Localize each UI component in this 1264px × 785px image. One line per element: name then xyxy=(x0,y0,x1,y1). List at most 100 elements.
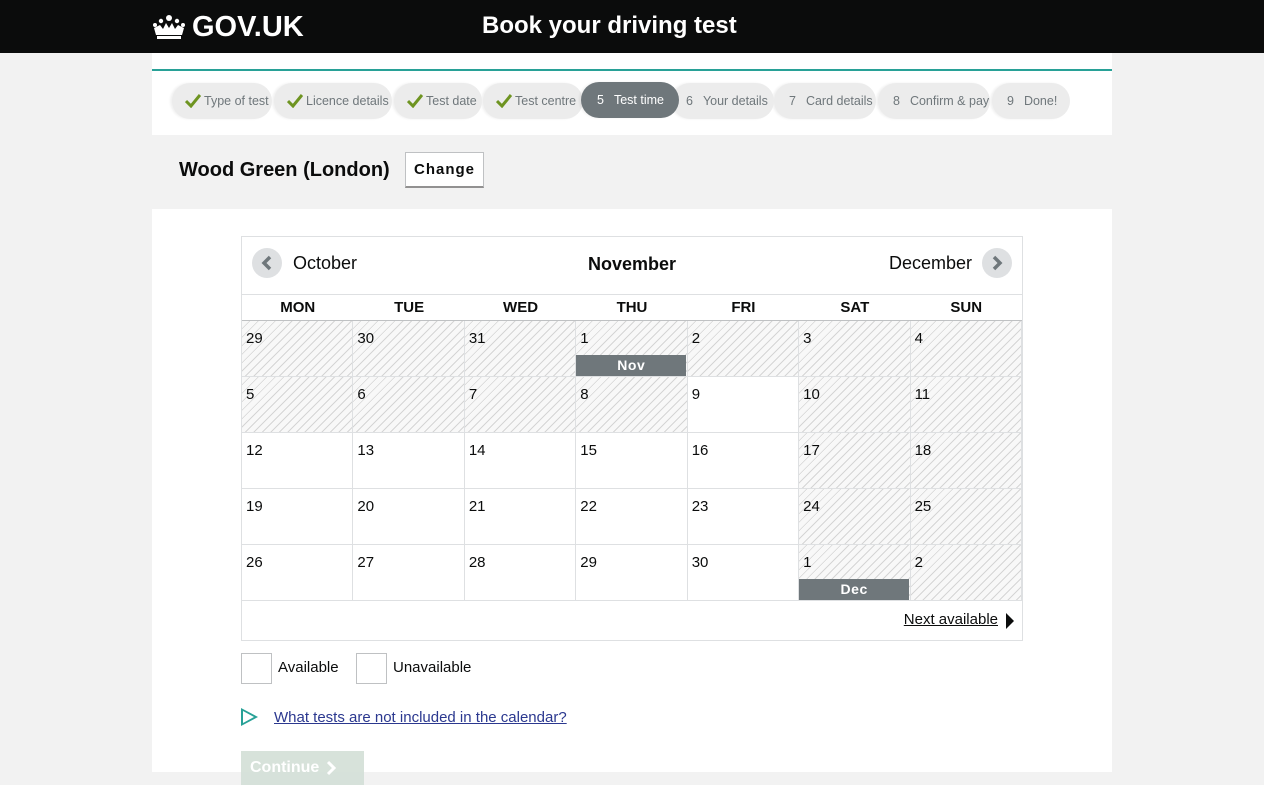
day-number: 1 xyxy=(803,554,812,571)
day-number: 3 xyxy=(803,330,812,347)
step-card-details[interactable]: 7 Card details xyxy=(774,83,876,119)
unavailable-swatch xyxy=(356,653,387,684)
day-number: 8 xyxy=(580,386,589,403)
disclosure-arrow-icon xyxy=(241,708,258,726)
day-number: 29 xyxy=(580,554,597,571)
unavailable-label: Unavailable xyxy=(393,659,472,676)
day-number: 31 xyxy=(468,330,486,347)
step-your-details[interactable]: 6 Your details xyxy=(672,83,774,119)
calendar-day-available[interactable]: 30 xyxy=(687,545,800,601)
step-test-centre[interactable]: Test centre xyxy=(483,83,583,119)
calendar-day-unavailable: 29 xyxy=(242,321,354,377)
calendar-day-available[interactable]: 20 xyxy=(353,489,465,545)
calendar-day-available[interactable]: 19 xyxy=(242,489,354,545)
calendar-day-available[interactable]: 27 xyxy=(353,545,465,601)
available-swatch xyxy=(241,653,272,684)
calendar-day-available[interactable]: 12 xyxy=(242,433,354,489)
dow-fri: FRI xyxy=(731,299,756,316)
step-label: Card details xyxy=(805,94,873,108)
step-label: Done! xyxy=(1023,94,1058,108)
dow-tue: TUE xyxy=(394,299,425,316)
calendar-day-available[interactable]: 23 xyxy=(687,489,800,545)
dow-sat: SAT xyxy=(840,299,870,316)
day-number: 19 xyxy=(246,498,263,515)
check-icon xyxy=(407,94,423,108)
calendar-day-unavailable: 24 xyxy=(799,489,911,545)
next-available-arrow-icon[interactable] xyxy=(1006,613,1014,629)
crown-icon xyxy=(153,15,185,39)
next-available-link[interactable]: Next available xyxy=(904,611,998,628)
day-number: 17 xyxy=(803,442,820,459)
day-number: 13 xyxy=(357,442,375,459)
day-number: 23 xyxy=(691,498,709,515)
tests-not-included-link[interactable]: What tests are not included in the calen… xyxy=(274,709,567,726)
dow-thu: THU xyxy=(616,299,648,316)
day-number: 28 xyxy=(468,554,486,571)
step-confirm-pay[interactable]: 8 Confirm & pay xyxy=(878,83,990,119)
step-label: Licence details xyxy=(306,94,389,108)
step-type-of-test[interactable]: Type of test xyxy=(172,83,272,119)
month-tag: Nov xyxy=(576,355,687,376)
day-number: 18 xyxy=(914,442,932,459)
day-number: 6 xyxy=(357,386,366,403)
main-container: Type of test Licence details Test date T… xyxy=(152,53,1112,785)
step-test-date[interactable]: Test date xyxy=(394,83,482,119)
calendar-day-unavailable: 3 xyxy=(799,321,911,377)
calendar-day-unavailable: 5 xyxy=(242,377,354,433)
calendar-day-unavailable: 1 Nov xyxy=(576,321,688,377)
day-number: 30 xyxy=(357,330,375,347)
day-number: 5 xyxy=(246,386,255,403)
day-number: 14 xyxy=(468,442,486,459)
day-number: 7 xyxy=(468,386,478,403)
continue-button[interactable]: Continue xyxy=(241,751,364,785)
day-number: 2 xyxy=(914,554,923,571)
calendar-day-available[interactable]: 13 xyxy=(353,433,465,489)
calendar-day-available[interactable]: 9 xyxy=(687,377,800,433)
details-toggle[interactable]: What tests are not included in the calen… xyxy=(241,707,567,727)
step-label: Test time xyxy=(613,93,664,107)
day-number: 16 xyxy=(691,442,709,459)
change-centre-button[interactable]: Change xyxy=(405,152,484,188)
calendar-day-unavailable: 25 xyxy=(910,489,1022,545)
step-number: 8 xyxy=(893,94,900,108)
centre-name: Wood Green (London) xyxy=(179,159,390,181)
day-number: 26 xyxy=(246,554,263,571)
calendar-day-unavailable: 17 xyxy=(799,433,911,489)
calendar-day-unavailable: 10 xyxy=(799,377,911,433)
day-number: 2 xyxy=(691,330,701,347)
test-centre-bar: Wood Green (London) Change xyxy=(152,135,1112,209)
step-label: Confirm & pay xyxy=(909,94,990,108)
calendar-day-available[interactable]: 15 xyxy=(576,433,688,489)
logo-text: GOV.UK xyxy=(192,10,304,43)
service-name[interactable]: Book your driving test xyxy=(482,12,737,40)
day-number: 12 xyxy=(246,442,263,459)
calendar-day-available[interactable]: 16 xyxy=(687,433,800,489)
check-icon xyxy=(287,94,303,108)
day-number: 4 xyxy=(914,330,923,347)
step-test-time[interactable]: 5 Test time xyxy=(581,82,679,118)
step-number: 7 xyxy=(789,94,796,108)
step-label: Your details xyxy=(702,94,768,108)
govuk-logo[interactable]: GOV.UK xyxy=(152,10,304,44)
next-month-button[interactable] xyxy=(982,248,1012,278)
day-number: 10 xyxy=(803,386,820,403)
step-number: 5 xyxy=(597,93,604,107)
day-number: 1 xyxy=(580,330,589,347)
day-number: 29 xyxy=(246,330,263,347)
calendar-day-available[interactable]: 26 xyxy=(242,545,354,601)
calendar-day-available[interactable]: 14 xyxy=(464,433,577,489)
step-done[interactable]: 9 Done! xyxy=(992,83,1070,119)
calendar-day-available[interactable]: 22 xyxy=(576,489,688,545)
day-number: 22 xyxy=(580,498,597,515)
calendar-day-available[interactable]: 28 xyxy=(464,545,577,601)
progress-steps: Type of test Licence details Test date T… xyxy=(152,71,1112,135)
step-number: 6 xyxy=(686,94,693,108)
calendar-day-unavailable: 6 xyxy=(353,377,465,433)
step-licence-details[interactable]: Licence details xyxy=(274,83,392,119)
continue-label: Continue xyxy=(250,759,320,776)
calendar-day-unavailable: 2 xyxy=(687,321,800,377)
next-month-label[interactable]: December xyxy=(889,253,972,274)
calendar-day-available[interactable]: 21 xyxy=(464,489,577,545)
calendar-day-available[interactable]: 29 xyxy=(576,545,688,601)
step-label: Test centre xyxy=(515,94,577,108)
